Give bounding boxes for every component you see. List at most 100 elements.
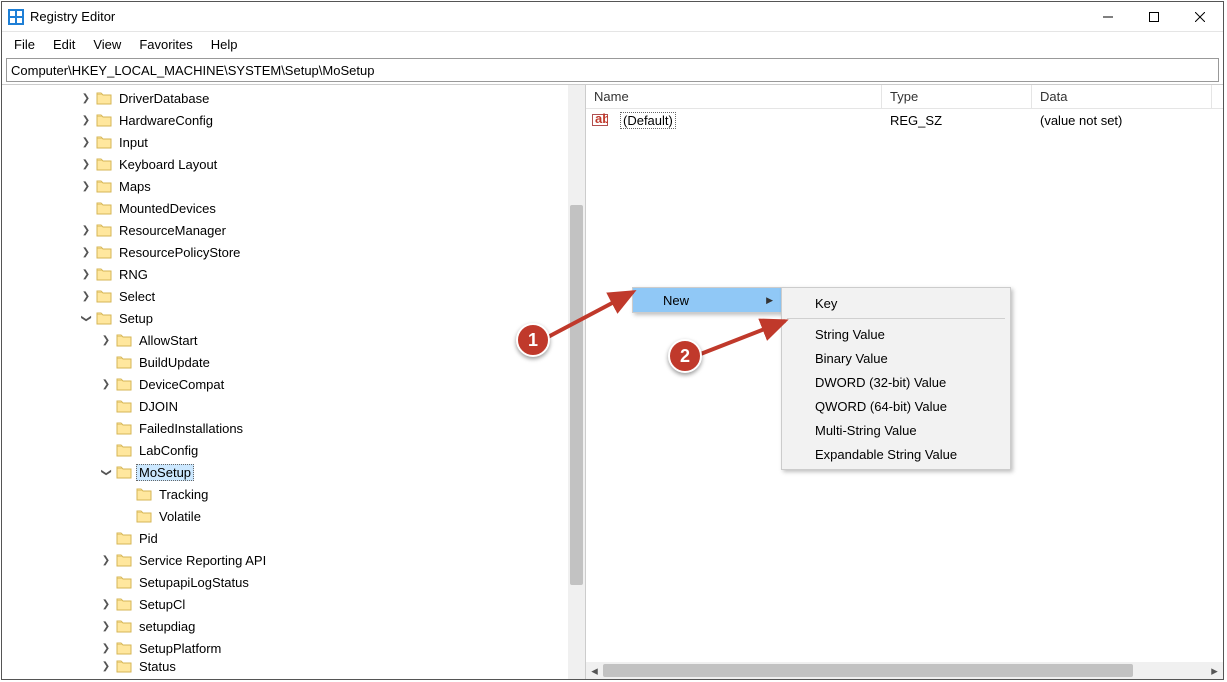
menu-file[interactable]: File — [6, 35, 43, 54]
tree-node-label: SetupapiLogStatus — [136, 575, 252, 590]
expand-toggle-icon[interactable]: ❯ — [78, 137, 94, 148]
scroll-thumb[interactable] — [570, 205, 583, 585]
folder-icon — [116, 333, 132, 347]
registry-tree[interactable]: ❯ DriverDatabase ❯HardwareConfig❯Input❯Key… — [2, 85, 585, 675]
tree-node[interactable]: ❯ResourceManager — [6, 219, 585, 241]
window-controls — [1085, 2, 1223, 32]
ctx-item[interactable]: Binary Value — [785, 346, 1007, 370]
ctx-new[interactable]: New ▶ — [633, 288, 781, 312]
tree-node[interactable]: DJOIN — [6, 395, 585, 417]
expand-toggle-icon[interactable]: ❯ — [98, 335, 114, 346]
expand-toggle-icon[interactable]: ❯ — [98, 599, 114, 610]
folder-icon — [96, 179, 112, 193]
string-value-icon: ab — [592, 112, 608, 128]
scroll-track[interactable] — [603, 662, 1206, 679]
maximize-button[interactable] — [1131, 2, 1177, 32]
horizontal-scrollbar[interactable]: ◂ ▸ — [586, 662, 1223, 679]
tree-node[interactable]: LabConfig — [6, 439, 585, 461]
expand-toggle-icon[interactable]: ❯ — [78, 225, 94, 236]
address-bar[interactable]: Computer\HKEY_LOCAL_MACHINE\SYSTEM\Setup… — [6, 58, 1219, 82]
expand-toggle-icon[interactable]: ❯ — [78, 247, 94, 258]
ctx-item[interactable]: String Value — [785, 322, 1007, 346]
ctx-item[interactable]: Multi-String Value — [785, 418, 1007, 442]
tree-node[interactable]: ❯ Maps — [6, 175, 585, 197]
expand-toggle-icon[interactable]: ❯ — [98, 621, 114, 632]
folder-icon — [116, 531, 132, 545]
menu-view[interactable]: View — [85, 35, 129, 54]
folder-icon — [116, 575, 132, 589]
expand-toggle-icon[interactable]: ❯ — [78, 291, 94, 302]
expand-toggle-icon[interactable]: ❯ — [78, 115, 94, 126]
menu-favorites[interactable]: Favorites — [131, 35, 200, 54]
tree-node-label: Status — [136, 659, 179, 674]
menu-help[interactable]: Help — [203, 35, 246, 54]
tree-node[interactable]: ❯RNG — [6, 263, 585, 285]
expand-toggle-icon[interactable]: ❯ — [101, 464, 112, 480]
tree-node-label: Volatile — [156, 509, 204, 524]
expand-toggle-icon[interactable]: ❯ — [78, 269, 94, 280]
tree-node-label: Maps — [116, 179, 154, 194]
expand-toggle-icon[interactable]: ❯ — [98, 555, 114, 566]
tree-node[interactable]: ❯Service Reporting API — [6, 549, 585, 571]
tree-node[interactable]: FailedInstallations — [6, 417, 585, 439]
tree-node[interactable]: ❯setupdiag — [6, 615, 585, 637]
tree-node[interactable]: ❯Select — [6, 285, 585, 307]
list-row[interactable]: ab (Default) REG_SZ (value not set) — [586, 109, 1223, 131]
tree-node[interactable]: ❯SetupCl — [6, 593, 585, 615]
tree-pane[interactable]: ❯ DriverDatabase ❯HardwareConfig❯Input❯Key… — [2, 85, 586, 679]
tree-node[interactable]: Tracking — [6, 483, 585, 505]
expand-toggle-icon[interactable]: ❯ — [78, 159, 94, 170]
address-text: Computer\HKEY_LOCAL_MACHINE\SYSTEM\Setup… — [11, 63, 374, 78]
window-title: Registry Editor — [30, 9, 1085, 24]
ctx-item[interactable]: Key — [785, 291, 1007, 315]
ctx-item[interactable]: Expandable String Value — [785, 442, 1007, 466]
ctx-item[interactable]: DWORD (32-bit) Value — [785, 370, 1007, 394]
expand-toggle-icon[interactable]: ❯ — [78, 93, 94, 104]
tree-node[interactable]: BuildUpdate — [6, 351, 585, 373]
expand-toggle-icon[interactable]: ❯ — [98, 661, 114, 672]
tree-node[interactable]: MountedDevices — [6, 197, 585, 219]
titlebar[interactable]: Registry Editor — [2, 2, 1223, 32]
col-name[interactable]: Name — [586, 85, 882, 108]
tree-node[interactable]: Pid — [6, 527, 585, 549]
context-menu[interactable]: New ▶ — [632, 287, 782, 313]
folder-icon — [96, 289, 112, 303]
scroll-thumb[interactable] — [603, 664, 1133, 677]
expand-toggle-icon[interactable]: ❯ — [98, 379, 114, 390]
tree-node[interactable]: ❯SetupPlatform — [6, 637, 585, 659]
tree-node[interactable]: ❯ MoSetup — [6, 461, 585, 483]
tree-node[interactable]: ❯ AllowStart — [6, 329, 585, 351]
col-type[interactable]: Type — [882, 85, 1032, 108]
tree-node[interactable]: ❯Input — [6, 131, 585, 153]
tree-node[interactable]: SetupapiLogStatus — [6, 571, 585, 593]
folder-icon — [116, 619, 132, 633]
scroll-right-button[interactable]: ▸ — [1206, 662, 1223, 679]
tree-node[interactable]: Volatile — [6, 505, 585, 527]
tree-node[interactable]: ❯ResourcePolicyStore — [6, 241, 585, 263]
tree-node-label: MoSetup — [136, 464, 194, 481]
tree-node[interactable]: ❯Setup — [6, 307, 585, 329]
tree-node[interactable]: ❯ DeviceCompat — [6, 373, 585, 395]
submenu-arrow-icon: ▶ — [766, 295, 773, 306]
vertical-scrollbar[interactable] — [568, 85, 585, 679]
ctx-item[interactable]: QWORD (64-bit) Value — [785, 394, 1007, 418]
expand-toggle-icon[interactable]: ❯ — [98, 643, 114, 654]
tree-node-label: DeviceCompat — [136, 377, 227, 392]
tree-node[interactable]: ❯ DriverDatabase — [6, 87, 585, 109]
tree-node[interactable]: ❯ Status — [6, 659, 585, 673]
tree-node-label: DriverDatabase — [116, 91, 212, 106]
folder-icon — [116, 355, 132, 369]
col-data[interactable]: Data — [1032, 85, 1212, 108]
minimize-button[interactable] — [1085, 2, 1131, 32]
close-button[interactable] — [1177, 2, 1223, 32]
scroll-left-button[interactable]: ◂ — [586, 662, 603, 679]
context-submenu-new[interactable]: Key String ValueBinary ValueDWORD (32-bit… — [781, 287, 1011, 470]
tree-node-label: DJOIN — [136, 399, 181, 414]
tree-node[interactable]: ❯HardwareConfig — [6, 109, 585, 131]
tree-node-label: AllowStart — [136, 333, 201, 348]
expand-toggle-icon[interactable]: ❯ — [78, 181, 94, 192]
menu-edit[interactable]: Edit — [45, 35, 83, 54]
tree-node[interactable]: ❯Keyboard Layout — [6, 153, 585, 175]
folder-icon — [116, 443, 132, 457]
expand-toggle-icon[interactable]: ❯ — [81, 310, 92, 326]
